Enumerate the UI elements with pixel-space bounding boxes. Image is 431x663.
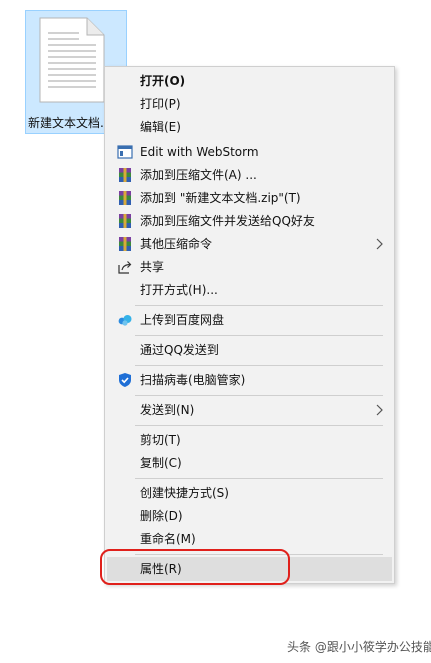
menu-item-add-to-archive[interactable]: 添加到压缩文件(A) ... (107, 164, 392, 186)
menu-item-scan-virus[interactable]: 扫描病毒(电脑管家) (107, 369, 392, 391)
menu-item-cut[interactable]: 剪切(T) (107, 429, 392, 451)
menu-item-open[interactable]: 打开(O) (107, 70, 392, 92)
winrar-icon (119, 214, 131, 228)
menu-item-share[interactable]: 共享 (107, 256, 392, 278)
menu-item-copy[interactable]: 复制(C) (107, 452, 392, 474)
menu-separator (135, 365, 383, 366)
text-file-icon (39, 17, 105, 103)
menu-separator (135, 335, 383, 336)
menu-item-label: 添加到 "新建文本文档.zip"(T) (140, 191, 301, 205)
menu-item-label: 重命名(M) (140, 532, 196, 546)
menu-separator (135, 395, 383, 396)
menu-item-label: 打开(O) (140, 74, 186, 88)
baidu-netdisk-icon (118, 315, 132, 326)
menu-item-label: 共享 (140, 260, 165, 274)
menu-item-label: Edit with WebStorm (140, 145, 259, 159)
menu-separator (135, 478, 383, 479)
chevron-right-icon (376, 404, 383, 416)
menu-item-upload-baidu[interactable]: 上传到百度网盘 (107, 309, 392, 331)
winrar-icon (119, 191, 131, 205)
watermark: 头条 @跟小小筱学办公技能 (287, 640, 431, 654)
menu-item-delete[interactable]: 删除(D) (107, 505, 392, 527)
menu-item-open-with[interactable]: 打开方式(H)... (107, 279, 392, 301)
menu-item-label: 编辑(E) (140, 120, 181, 134)
menu-item-label: 扫描病毒(电脑管家) (140, 373, 246, 387)
menu-item-label: 通过QQ发送到 (140, 343, 219, 357)
winrar-icon (119, 237, 131, 251)
shield-icon (119, 373, 131, 387)
menu-separator (135, 305, 383, 306)
chevron-right-icon (376, 238, 383, 250)
menu-item-label: 剪切(T) (140, 433, 181, 447)
winrar-icon (119, 168, 131, 182)
menu-item-print[interactable]: 打印(P) (107, 93, 392, 115)
context-menu: 打开(O) 打印(P) 编辑(E) Edit with WebStorm 添加到… (104, 66, 395, 584)
menu-item-rename[interactable]: 重命名(M) (107, 528, 392, 550)
menu-item-other-compress[interactable]: 其他压缩命令 (107, 233, 392, 255)
menu-item-label: 打印(P) (140, 97, 181, 111)
menu-item-label: 发送到(N) (140, 403, 195, 417)
menu-item-label: 添加到压缩文件(A) ... (140, 168, 257, 182)
menu-item-label: 创建快捷方式(S) (140, 486, 229, 500)
share-icon (118, 261, 132, 274)
menu-item-edit[interactable]: 编辑(E) (107, 116, 392, 138)
menu-item-edit-webstorm[interactable]: Edit with WebStorm (107, 141, 392, 163)
menu-item-create-shortcut[interactable]: 创建快捷方式(S) (107, 482, 392, 504)
menu-item-label: 上传到百度网盘 (140, 313, 225, 327)
menu-item-label: 其他压缩命令 (140, 237, 213, 251)
menu-item-label: 打开方式(H)... (140, 283, 218, 297)
menu-separator (135, 425, 383, 426)
menu-item-send-via-qq[interactable]: 通过QQ发送到 (107, 339, 392, 361)
menu-item-add-to-zip[interactable]: 添加到 "新建文本文档.zip"(T) (107, 187, 392, 209)
menu-item-compress-send-qq[interactable]: 添加到压缩文件并发送给QQ好友 (107, 210, 392, 232)
webstorm-icon (117, 145, 133, 159)
menu-item-label: 删除(D) (140, 509, 183, 523)
menu-item-send-to[interactable]: 发送到(N) (107, 399, 392, 421)
highlight-annotation (100, 549, 290, 585)
menu-item-label: 复制(C) (140, 456, 182, 470)
menu-item-label: 添加到压缩文件并发送给QQ好友 (140, 214, 315, 228)
